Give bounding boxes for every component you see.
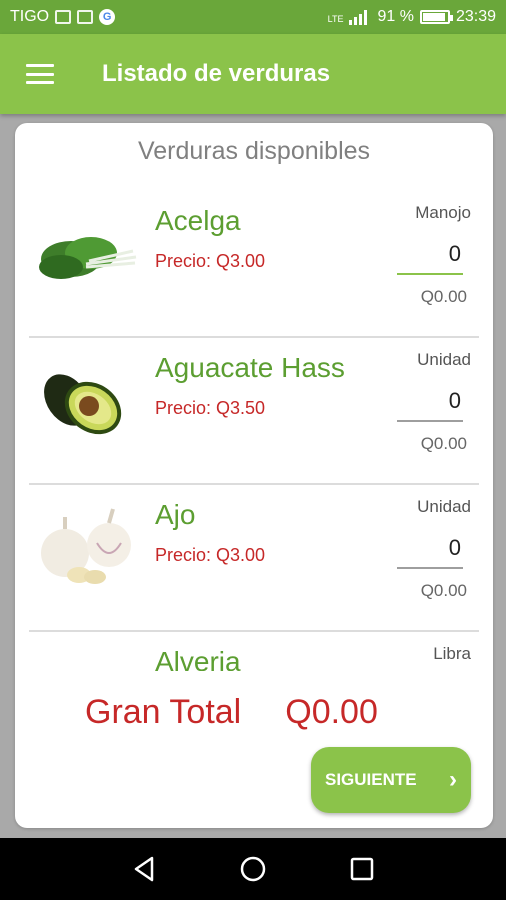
battery-icon — [419, 10, 453, 24]
home-button[interactable] — [233, 849, 273, 889]
item-subtotal: Q0.00 — [420, 434, 467, 453]
recents-button[interactable] — [342, 849, 382, 889]
card-title: Verduras disponibles — [137, 137, 371, 165]
list-item: Ajo Precio: Q3.00 Unidad Q0.00 — [15, 485, 493, 632]
list-item: Aguacate Hass Precio: Q3.50 Unidad Q0.00 — [15, 338, 493, 485]
recents-icon — [350, 857, 373, 881]
item-price: Precio: Q3.00 — [155, 251, 266, 271]
status-bar: TIGO G LTE 91 % 23:39 — [0, 0, 506, 34]
chevron-right-icon: › — [449, 766, 457, 793]
item-name: Aguacate Hass — [155, 352, 345, 383]
next-button-label: SIGUIENTE — [325, 770, 417, 789]
item-unit: Manojo — [415, 203, 471, 222]
menu-icon[interactable] — [26, 64, 54, 84]
item-unit: Unidad — [417, 350, 471, 369]
next-button[interactable]: SIGUIENTE › — [311, 747, 471, 813]
list-item: Alveria Libra — [15, 632, 493, 671]
back-button[interactable] — [124, 849, 164, 889]
quantity-input[interactable] — [397, 382, 463, 422]
notification-icon — [55, 10, 72, 24]
avocado-image — [44, 374, 122, 435]
google-icon: G — [99, 9, 116, 25]
vegetable-card: Verduras disponibles Acelga Precio: Q3.0… — [15, 123, 493, 828]
item-price: Precio: Q3.50 — [155, 398, 266, 418]
grand-total: Gran Total Q0.00 — [85, 693, 378, 732]
back-icon — [135, 856, 154, 882]
signal-icon — [349, 9, 371, 25]
item-subtotal: Q0.00 — [420, 581, 467, 600]
vegetable-list[interactable]: Acelga Precio: Q3.00 Manojo Q0.00 Aguaca… — [15, 191, 493, 671]
item-subtotal: Q0.00 — [420, 287, 467, 306]
item-name: Acelga — [155, 205, 241, 236]
clock: 23:39 — [455, 8, 496, 25]
app-bar: Listado de verduras — [0, 34, 506, 114]
peas-image — [31, 650, 141, 671]
item-unit: Unidad — [417, 497, 471, 516]
chard-image — [39, 237, 137, 279]
carrier-label: TIGO — [10, 8, 50, 25]
grand-total-label: Gran Total — [85, 693, 242, 731]
quantity-input[interactable] — [397, 235, 463, 275]
item-name: Ajo — [155, 499, 196, 530]
grand-total-value: Q0.00 — [285, 693, 378, 731]
image-notification-icon — [77, 10, 94, 24]
network-type-label: LTE — [327, 14, 344, 24]
garlic-image — [41, 508, 131, 584]
battery-percent: 91 % — [377, 8, 414, 25]
system-nav-bar — [0, 838, 506, 900]
page-title: Listado de verduras — [102, 60, 331, 87]
quantity-input[interactable] — [397, 529, 463, 569]
home-icon — [240, 856, 266, 882]
item-name: Alveria — [155, 646, 241, 671]
list-item: Acelga Precio: Q3.00 Manojo Q0.00 — [15, 191, 493, 338]
item-unit: Libra — [433, 644, 471, 663]
item-price: Precio: Q3.00 — [155, 545, 266, 565]
